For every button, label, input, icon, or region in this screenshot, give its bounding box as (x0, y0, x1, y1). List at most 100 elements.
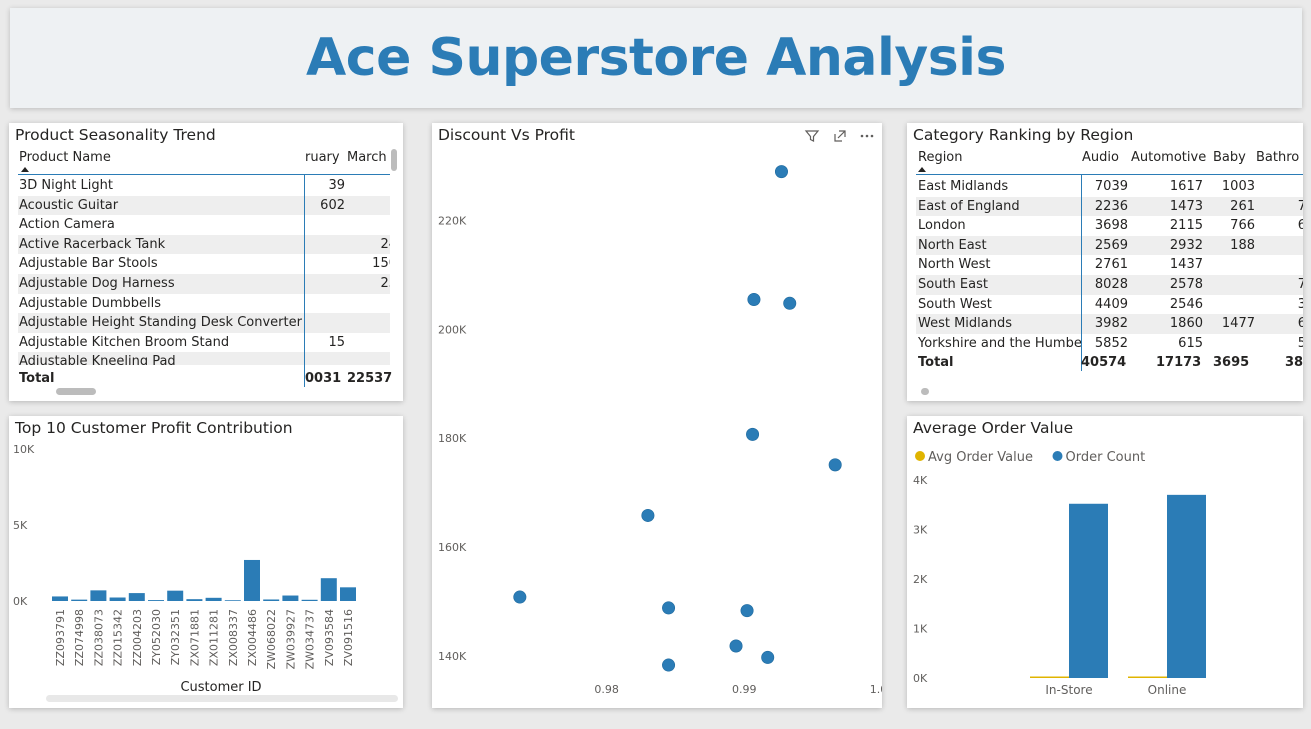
y-tick-label: 220K (438, 215, 467, 228)
table-row[interactable]: 3D Night Light 39 (18, 176, 390, 196)
baby-cell: 766 (1230, 218, 1255, 234)
table-row[interactable]: East Midlands 7039 1617 1003 (916, 177, 1303, 197)
table-row[interactable]: Adjustable Dumbbells (18, 294, 390, 314)
legend-label[interactable]: Avg Order Value (928, 450, 1033, 465)
customer-bar[interactable] (320, 578, 337, 601)
category-ranking-matrix-visual[interactable]: Category Ranking by Region Region Audio … (907, 123, 1303, 401)
scatter-point[interactable] (747, 292, 761, 306)
customer-bar[interactable] (90, 590, 107, 601)
total-bathroom: 38 (1285, 355, 1303, 370)
scatter-point[interactable] (729, 639, 743, 653)
sort-ascending-icon[interactable] (918, 167, 926, 172)
table-row[interactable]: North East 2569 2932 188 (916, 235, 1303, 256)
customer-bar[interactable] (244, 559, 260, 601)
scatter-point[interactable] (513, 590, 527, 604)
scatter-point[interactable] (746, 427, 760, 441)
customer-bar[interactable] (167, 590, 184, 601)
x-tick-label: 0.98 (594, 683, 619, 696)
horizontal-scrollbar[interactable] (46, 695, 398, 702)
total-baby: 3695 (1213, 355, 1250, 370)
seasonality-matrix-visual[interactable]: Product Seasonality Trend Product Name r… (9, 123, 403, 401)
y-tick-label: 0K (913, 672, 928, 685)
bathroom-cell: 6 (1297, 218, 1303, 234)
march-cell: 25 (380, 276, 390, 291)
scatter-point[interactable] (761, 650, 775, 664)
column-header-audio[interactable]: Audio (1082, 150, 1119, 165)
product-name-cell: Adjustable Dumbbells (19, 295, 162, 311)
product-name-header[interactable]: Product Name (19, 150, 111, 165)
x-tick-label: 0.99 (732, 683, 757, 696)
total-audio: 40574 (1081, 355, 1127, 370)
top-customers-visual[interactable]: Top 10 Customer Profit Contribution 0K 5K… (9, 416, 403, 708)
table-row[interactable]: Yorkshire and the Humber 5852 615 5 (916, 334, 1303, 354)
customer-bar[interactable] (263, 599, 280, 601)
scatter-point[interactable] (783, 296, 797, 310)
customer-bar[interactable] (128, 593, 145, 601)
x-tick-label: ZV093584 (323, 609, 336, 666)
horizontal-scrollbar[interactable] (921, 388, 929, 395)
customer-profit-bar-chart[interactable]: 0K 5K 10K ZZ093791 ZZ074998 ZZ038073 ZZ015342 Z… (9, 416, 403, 708)
avg-order-bar-chart[interactable]: 0K 1K 2K 3K 4KAvg Order Value Order Count In-S… (907, 416, 1303, 708)
column-header-baby[interactable]: Baby (1213, 150, 1246, 165)
scatter-point[interactable] (662, 601, 676, 615)
column-header-bathroom[interactable]: Bathro (1256, 150, 1299, 165)
customer-bar[interactable] (205, 597, 222, 601)
sort-ascending-icon[interactable] (21, 167, 29, 172)
discount-profit-scatter[interactable]: 140K 160K 180K 200K 220K 0.98 0.99 1.00 (432, 123, 882, 708)
order-bar[interactable] (1030, 676, 1069, 679)
table-row[interactable]: Adjustable Dog Harness 25 (18, 274, 390, 294)
table-row[interactable]: Active Racerback Tank 24 (18, 234, 390, 255)
scatter-point[interactable] (740, 604, 754, 618)
table-row[interactable]: Adjustable Height Standing Desk Converte… (18, 313, 390, 333)
scatter-point[interactable] (662, 658, 676, 672)
product-name-cell: Adjustable Bar Stools (19, 256, 158, 272)
bathroom-cell: 3 (1297, 296, 1303, 312)
baby-cell: 1003 (1221, 179, 1255, 194)
legend-label[interactable]: Order Count (1066, 450, 1146, 465)
scatter-point[interactable] (774, 165, 788, 179)
header-divider (18, 174, 390, 175)
customer-bar[interactable] (224, 600, 241, 601)
table-row[interactable]: West Midlands 3982 1860 1477 6 (916, 314, 1303, 334)
region-header[interactable]: Region (918, 150, 963, 165)
order-bar[interactable] (1128, 676, 1167, 679)
customer-bar[interactable] (301, 599, 318, 601)
table-row[interactable]: Adjustable Kitchen Broom Stand 15 (18, 333, 390, 353)
table-row[interactable]: East of England 2236 1473 261 7 (916, 196, 1303, 217)
scatter-point[interactable] (641, 508, 655, 522)
column-divider (304, 174, 305, 387)
order-bar[interactable] (1167, 494, 1206, 678)
table-row[interactable]: South West 4409 2546 3 (916, 295, 1303, 315)
table-row[interactable]: Acoustic Guitar 602 (18, 195, 390, 216)
table-row[interactable]: London 3698 2115 766 6 (916, 216, 1303, 236)
legend-marker (915, 451, 925, 461)
product-name-cell: Action Camera (19, 217, 115, 233)
customer-bar[interactable] (109, 597, 126, 601)
customer-bar[interactable] (340, 587, 356, 601)
table-row[interactable]: Adjustable Kneeling Pad (18, 352, 390, 365)
column-header-february[interactable]: ruary (305, 150, 340, 165)
column-header-march[interactable]: March (347, 150, 387, 165)
table-row[interactable]: Adjustable Bar Stools 150 (18, 254, 390, 274)
discount-profit-visual[interactable]: Discount Vs Profit 140K 160K 180K 200K 220K 0… (432, 123, 882, 708)
product-name-cell: Adjustable Height Standing Desk Converte… (19, 315, 302, 331)
customer-bar[interactable] (148, 600, 164, 601)
seasonality-title: Product Seasonality Trend (15, 126, 216, 144)
column-header-automotive[interactable]: Automotive (1131, 150, 1206, 165)
vertical-scrollbar[interactable] (391, 149, 397, 171)
table-row[interactable]: North West 2761 1437 (916, 255, 1303, 275)
region-cell: London (918, 218, 966, 234)
customer-bar[interactable] (186, 599, 203, 601)
automotive-cell: 615 (1178, 335, 1203, 351)
product-name-cell: 3D Night Light (19, 178, 113, 193)
customer-bar[interactable] (71, 599, 88, 601)
avg-order-visual[interactable]: Average Order Value 0K 1K 2K 3K 4K Avg Order … (907, 416, 1303, 708)
order-bar[interactable] (1069, 503, 1108, 678)
automotive-cell: 1437 (1169, 257, 1203, 273)
horizontal-scrollbar[interactable] (56, 388, 96, 395)
customer-bar[interactable] (282, 595, 299, 601)
customer-bar[interactable] (52, 596, 68, 601)
table-row[interactable]: Action Camera (18, 215, 390, 235)
table-row[interactable]: South East 8028 2578 7 (916, 275, 1303, 295)
scatter-point[interactable] (828, 458, 842, 472)
